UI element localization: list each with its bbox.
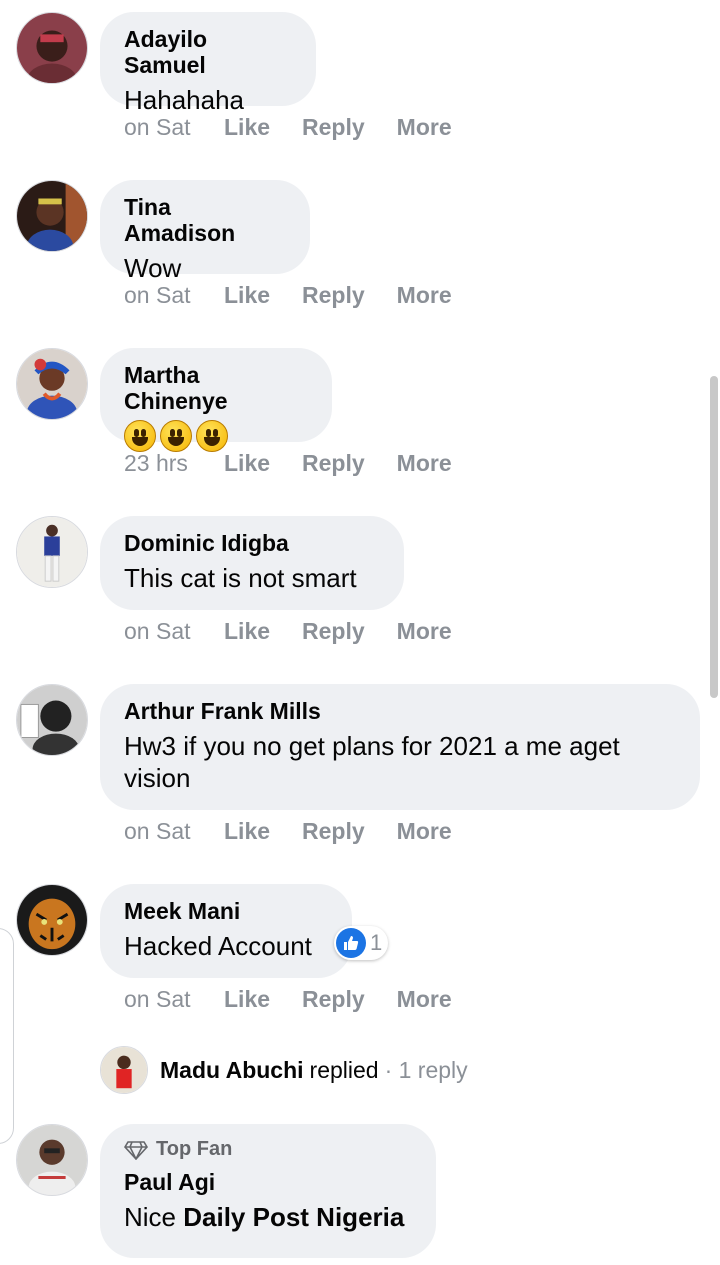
comment-bubble: Top Fan Paul Agi Nice Daily Post Nigeria <box>100 1124 436 1258</box>
comment-text-line: Hw3 if you no get plans for 2021 a me ag… <box>124 731 620 761</box>
like-button[interactable]: Like <box>224 818 270 845</box>
comment-text: Hw3 if you no get plans for 2021 a me ag… <box>124 730 676 794</box>
comment-actions: on Sat Like Reply More <box>124 986 484 1013</box>
timestamp[interactable]: on Sat <box>124 114 224 141</box>
more-button[interactable]: More <box>397 114 452 141</box>
reply-button[interactable]: Reply <box>302 282 365 309</box>
badge-label: Top Fan <box>156 1138 233 1160</box>
more-button[interactable]: More <box>397 282 452 309</box>
emoji-row <box>124 420 308 452</box>
avatar[interactable] <box>16 1124 88 1196</box>
reply-button[interactable]: Reply <box>302 818 365 845</box>
avatar[interactable] <box>16 884 88 956</box>
timestamp[interactable]: 23 hrs <box>124 450 224 477</box>
avatar[interactable] <box>16 684 88 756</box>
comment-actions: 23 hrs Like Reply More <box>124 450 484 477</box>
comment-text: Hacked Account <box>124 931 312 961</box>
scrollbar[interactable] <box>710 376 718 698</box>
avatar[interactable] <box>16 516 88 588</box>
comment-bubble: Dominic Idigba This cat is not smart <box>100 516 404 610</box>
like-button[interactable]: Like <box>224 114 270 141</box>
like-button[interactable]: Like <box>224 618 270 645</box>
more-button[interactable]: More <box>397 450 452 477</box>
comment-text-line: vision <box>124 763 191 793</box>
author-name[interactable]: Meek Mani <box>124 898 328 924</box>
more-button[interactable]: More <box>397 618 452 645</box>
grinning-face-icon <box>124 420 156 452</box>
author-name[interactable]: Martha Chinenye <box>124 362 308 414</box>
like-button[interactable]: Like <box>224 986 270 1013</box>
comment-text: Nice Daily Post Nigeria <box>124 1201 412 1233</box>
avatar[interactable] <box>16 180 88 252</box>
reply-button[interactable]: Reply <box>302 986 365 1013</box>
diamond-icon <box>124 1140 148 1160</box>
more-button[interactable]: More <box>397 986 452 1013</box>
reply-button[interactable]: Reply <box>302 114 365 141</box>
comment-bubble: Arthur Frank Mills Hw3 if you no get pla… <box>100 684 700 810</box>
side-panel-edge[interactable] <box>0 928 14 1144</box>
reply-author-name[interactable]: Madu Abuchi <box>160 1057 304 1084</box>
grinning-face-icon <box>196 420 228 452</box>
timestamp[interactable]: on Sat <box>124 818 224 845</box>
comment-actions: on Sat Like Reply More <box>124 818 484 845</box>
reaction-count: 1 <box>370 930 383 955</box>
comment-actions: on Sat Like Reply More <box>124 282 484 309</box>
comment-bubble: Adayilo Samuel Hahahaha <box>100 12 316 115</box>
view-replies-link[interactable]: Madu Abuchi replied · 1 reply <box>100 1046 468 1094</box>
avatar[interactable] <box>16 12 88 84</box>
reply-word: replied <box>309 1056 379 1083</box>
grinning-face-icon <box>160 420 192 452</box>
author-name[interactable]: Tina Amadison <box>124 194 286 246</box>
timestamp[interactable]: on Sat <box>124 282 224 309</box>
comment-bubble: Meek Mani Hacked Account <box>100 884 352 978</box>
thumbs-up-icon <box>336 928 366 958</box>
reaction-summary[interactable]: 1 <box>334 926 389 960</box>
more-button[interactable]: More <box>397 818 452 845</box>
comment-text: Wow <box>124 253 182 283</box>
reply-button[interactable]: Reply <box>302 450 365 477</box>
avatar[interactable] <box>16 348 88 420</box>
top-fan-badge[interactable]: Top Fan <box>124 1138 412 1161</box>
comment-bubble: Tina Amadison Wow <box>100 180 310 283</box>
avatar <box>100 1046 148 1094</box>
author-name[interactable]: Arthur Frank Mills <box>124 698 676 724</box>
comment-text: This cat is not smart <box>124 563 357 593</box>
comment-actions: on Sat Like Reply More <box>124 114 484 141</box>
comment-bubble: Martha Chinenye <box>100 348 332 452</box>
timestamp[interactable]: on Sat <box>124 618 224 645</box>
reply-count: · 1 reply <box>384 1056 468 1083</box>
comment-text: Hahahaha <box>124 85 244 115</box>
comment-actions: on Sat Like Reply More <box>124 618 484 645</box>
page-mention-link[interactable]: Daily Post Nigeria <box>183 1202 404 1232</box>
like-button[interactable]: Like <box>224 282 270 309</box>
like-button[interactable]: Like <box>224 450 270 477</box>
reply-button[interactable]: Reply <box>302 618 365 645</box>
comment-text-prefix: Nice <box>124 1202 177 1232</box>
author-name[interactable]: Paul Agi <box>124 1169 412 1195</box>
author-name[interactable]: Dominic Idigba <box>124 530 380 556</box>
timestamp[interactable]: on Sat <box>124 986 224 1013</box>
author-name[interactable]: Adayilo Samuel <box>124 26 292 78</box>
